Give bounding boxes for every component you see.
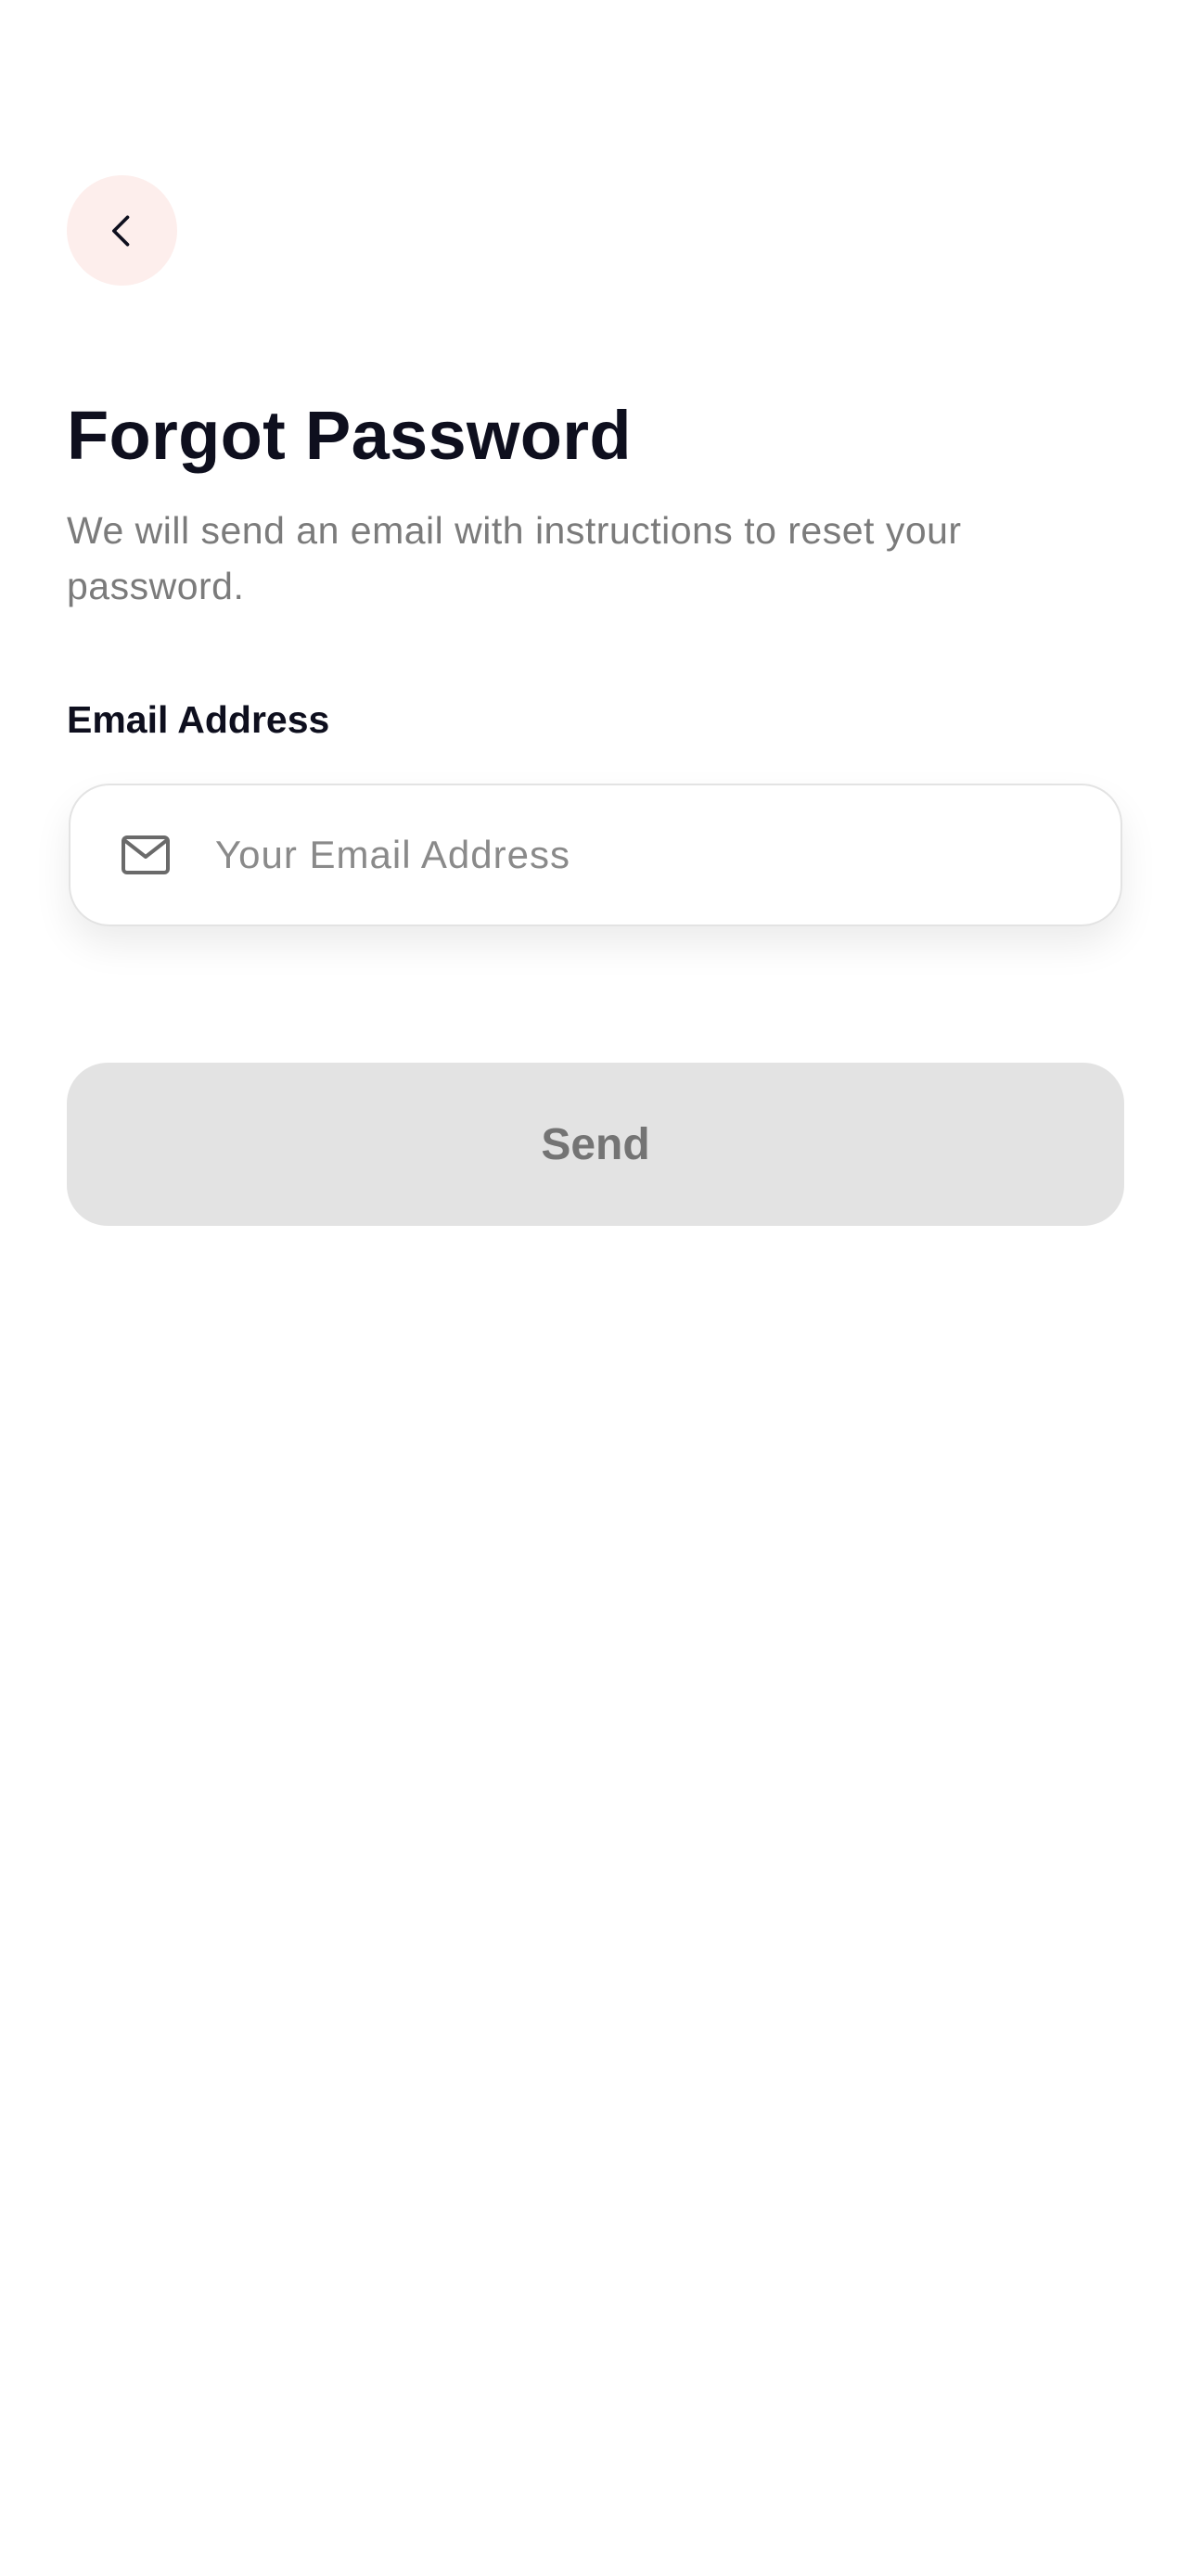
back-button[interactable] [67, 175, 177, 286]
page-subtitle: We will send an email with instructions … [67, 509, 962, 607]
email-label: Email Address [67, 698, 330, 741]
mail-icon [121, 835, 171, 875]
send-button[interactable]: Send [67, 1063, 1124, 1226]
email-field[interactable] [69, 784, 1122, 926]
page-title: Forgot Password [67, 397, 632, 474]
email-input[interactable] [215, 823, 1121, 887]
chevron-left-icon [111, 215, 129, 246]
